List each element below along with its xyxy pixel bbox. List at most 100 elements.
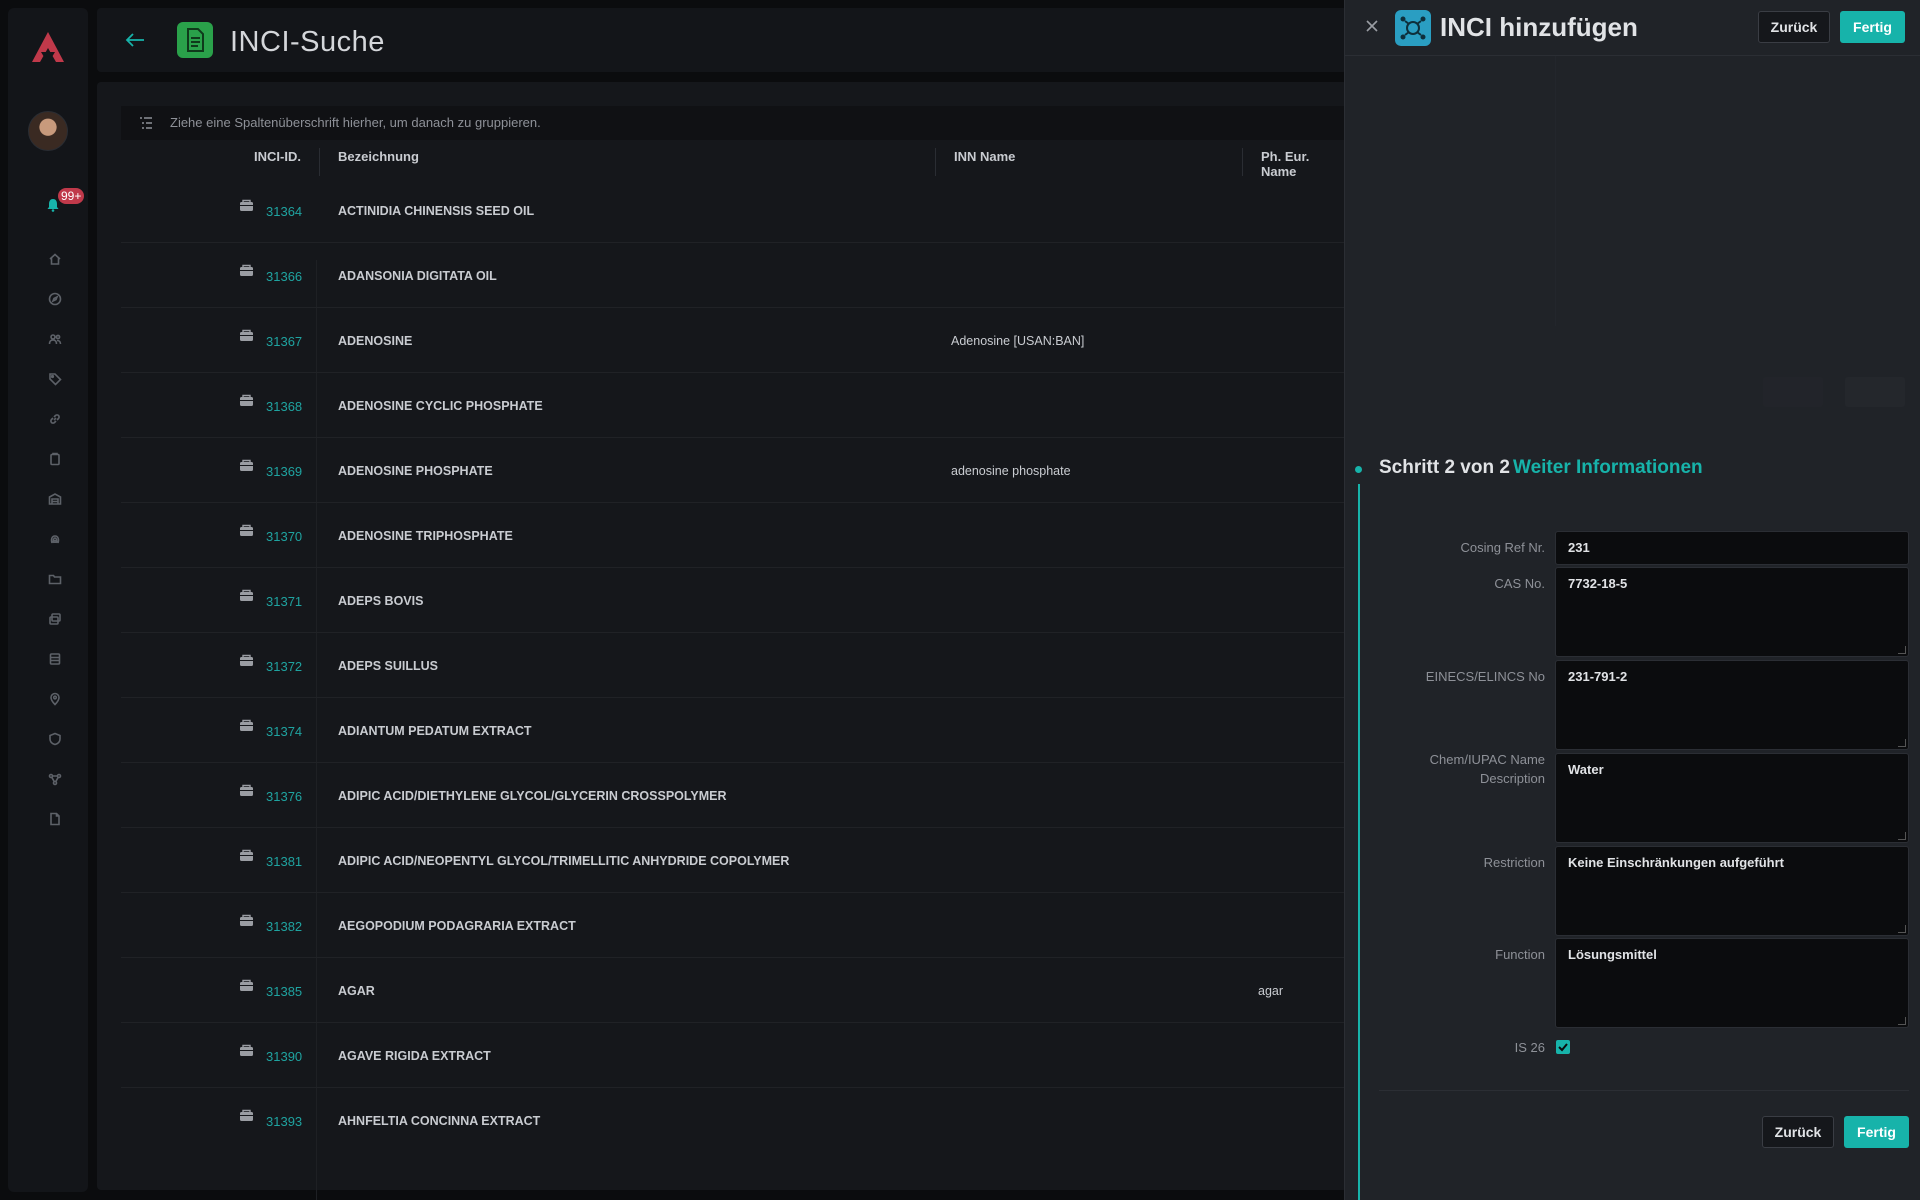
table-row[interactable]: 31393 AHNFELTIA CONCINNA EXTRACT (121, 1088, 1347, 1128)
tag-icon[interactable] (48, 372, 62, 386)
cas-label: CAS No. (1494, 576, 1545, 591)
function-textarea[interactable]: Lösungsmittel (1555, 938, 1909, 1028)
done-button[interactable]: Fertig (1844, 1116, 1909, 1148)
resize-handle[interactable] (1898, 739, 1906, 747)
inci-id-link[interactable]: 31385 (266, 984, 326, 999)
database-icon[interactable] (48, 652, 62, 666)
resize-handle[interactable] (1898, 1017, 1906, 1025)
inci-id-link[interactable]: 31371 (266, 594, 326, 609)
einecs-textarea[interactable]: 231-791-2 (1555, 660, 1909, 750)
panel-header: INCI hinzufügen Zurück Fertig (1345, 0, 1920, 56)
restriction-textarea[interactable]: Keine Einschränkungen aufgeführt (1555, 846, 1909, 936)
form-divider (1379, 1090, 1909, 1091)
cas-no-textarea[interactable]: 7732-18-5 (1555, 567, 1909, 657)
inci-id-link[interactable]: 31374 (266, 724, 326, 739)
warehouse-icon[interactable] (48, 492, 62, 506)
folder-icon[interactable] (48, 572, 62, 586)
is26-checkbox[interactable] (1556, 1040, 1570, 1054)
back-button-top[interactable]: Zurück (1758, 11, 1830, 43)
table-row[interactable]: 31366 ADANSONIA DIGITATA OIL (121, 243, 1347, 308)
einecs-label: EINECS/ELINCS No (1425, 669, 1545, 684)
inci-id-link[interactable]: 31368 (266, 399, 326, 414)
table-row[interactable]: 31370 ADENOSINE TRIPHOSPHATE (121, 503, 1347, 568)
resize-handle[interactable] (1898, 832, 1906, 840)
cas-value: 7732-18-5 (1568, 576, 1628, 591)
row-name: ADIPIC ACID/DIETHYLENE GLYCOL/GLYCERIN C… (338, 789, 727, 803)
row-name: ADANSONIA DIGITATA OIL (338, 269, 497, 283)
chem-iupac-textarea[interactable]: Water (1555, 753, 1909, 843)
network-icon[interactable] (48, 772, 62, 786)
inci-id-link[interactable]: 31366 (266, 269, 326, 284)
group-panel[interactable]: Ziehe eine Spaltenüberschrift hierher, u… (121, 106, 1347, 140)
done-button-top[interactable]: Fertig (1840, 11, 1905, 43)
resize-handle[interactable] (1898, 646, 1906, 654)
close-icon[interactable] (1365, 19, 1379, 33)
table-row[interactable]: 31371 ADEPS BOVIS (121, 568, 1347, 633)
table-row[interactable]: 31390 AGAVE RIGIDA EXTRACT (121, 1023, 1347, 1088)
box-icon (240, 784, 253, 796)
row-name: ADENOSINE CYCLIC PHOSPHATE (338, 399, 543, 413)
inci-id-link[interactable]: 31369 (266, 464, 326, 479)
column-header-inn-name[interactable]: INN Name (954, 149, 1015, 179)
cosing-ref-input[interactable]: 231 (1555, 531, 1909, 565)
column-separator (319, 148, 320, 176)
function-value: Lösungsmittel (1568, 947, 1657, 962)
inci-id-link[interactable]: 31381 (266, 854, 326, 869)
avatar[interactable] (28, 111, 68, 151)
table-row[interactable]: 31385 AGAR agar (121, 958, 1347, 1023)
table-row[interactable]: 31368 ADENOSINE CYCLIC PHOSPHATE (121, 373, 1347, 438)
clipboard-icon[interactable] (48, 452, 62, 466)
compass-icon[interactable] (48, 292, 62, 306)
table-row[interactable]: 31369 ADENOSINE PHOSPHATE adenosine phos… (121, 438, 1347, 503)
layers-icon[interactable] (48, 612, 62, 626)
document-icon (177, 22, 213, 58)
cosing-value: 231 (1568, 540, 1590, 555)
inci-id-link[interactable]: 31390 (266, 1049, 326, 1064)
chem-label-line1: Chem/IUPAC Name (1429, 752, 1545, 767)
arrow-left-icon[interactable] (125, 32, 145, 48)
column-header-bezeichnung[interactable]: Bezeichnung (338, 149, 419, 179)
home-icon[interactable] (48, 252, 62, 266)
box-icon (240, 914, 253, 926)
einecs-value: 231-791-2 (1568, 669, 1628, 684)
row-inn: adenosine phosphate (951, 464, 1071, 478)
back-button[interactable]: Zurück (1762, 1116, 1834, 1148)
inci-id-link[interactable]: 31367 (266, 334, 326, 349)
fingerprint-icon[interactable] (48, 532, 62, 546)
table-row[interactable]: 31376 ADIPIC ACID/DIETHYLENE GLYCOL/GLYC… (121, 763, 1347, 828)
restriction-label: Restriction (1483, 855, 1545, 870)
inci-id-link[interactable]: 31376 (266, 789, 326, 804)
table-row[interactable]: 31382 AEGOPODIUM PODAGRARIA EXTRACT (121, 893, 1347, 958)
restriction-value: Keine Einschränkungen aufgeführt (1568, 855, 1784, 870)
document-icon[interactable] (48, 812, 62, 826)
row-name: ACTINIDIA CHINENSIS SEED OIL (338, 204, 535, 218)
table-row[interactable]: 31381 ADIPIC ACID/NEOPENTYL GLYCOL/TRIME… (121, 828, 1347, 893)
resize-handle[interactable] (1898, 925, 1906, 933)
row-name: AHNFELTIA CONCINNA EXTRACT (338, 1114, 541, 1128)
table-row[interactable]: 31372 ADEPS SUILLUS (121, 633, 1347, 698)
notification-badge: 99+ (58, 188, 85, 204)
bell-icon[interactable] (46, 198, 60, 212)
column-header-inci-id[interactable]: INCI-ID. (254, 149, 301, 179)
function-label: Function (1495, 947, 1545, 962)
location-pin-icon[interactable] (48, 692, 62, 706)
inci-id-link[interactable]: 31364 (266, 204, 326, 219)
inci-id-link[interactable]: 31370 (266, 529, 326, 544)
inci-id-link[interactable]: 31372 (266, 659, 326, 674)
table-row[interactable]: 31364 ACTINIDIA CHINENSIS SEED OIL (121, 178, 1347, 243)
cosing-label: Cosing Ref Nr. (1460, 540, 1545, 555)
list-icon (140, 117, 152, 129)
link-icon[interactable] (48, 412, 62, 426)
inci-id-link[interactable]: 31382 (266, 919, 326, 934)
step-subtitle: Weiter Informationen (1513, 457, 1703, 478)
table-row[interactable]: 31374 ADIANTUM PEDATUM EXTRACT (121, 698, 1347, 763)
inci-id-link[interactable]: 31393 (266, 1114, 326, 1128)
row-name: ADIANTUM PEDATUM EXTRACT (338, 724, 532, 738)
shield-icon[interactable] (48, 732, 62, 746)
previous-step-faded (1555, 56, 1905, 326)
table-row[interactable]: 31367 ADENOSINE Adenosine [USAN:BAN] (121, 308, 1347, 373)
users-icon[interactable] (48, 332, 62, 346)
app-logo-icon[interactable] (28, 28, 68, 68)
row-inn: Adenosine [USAN:BAN] (951, 334, 1085, 348)
column-header-ph-eur-name[interactable]: Ph. Eur. Name (1261, 149, 1347, 179)
